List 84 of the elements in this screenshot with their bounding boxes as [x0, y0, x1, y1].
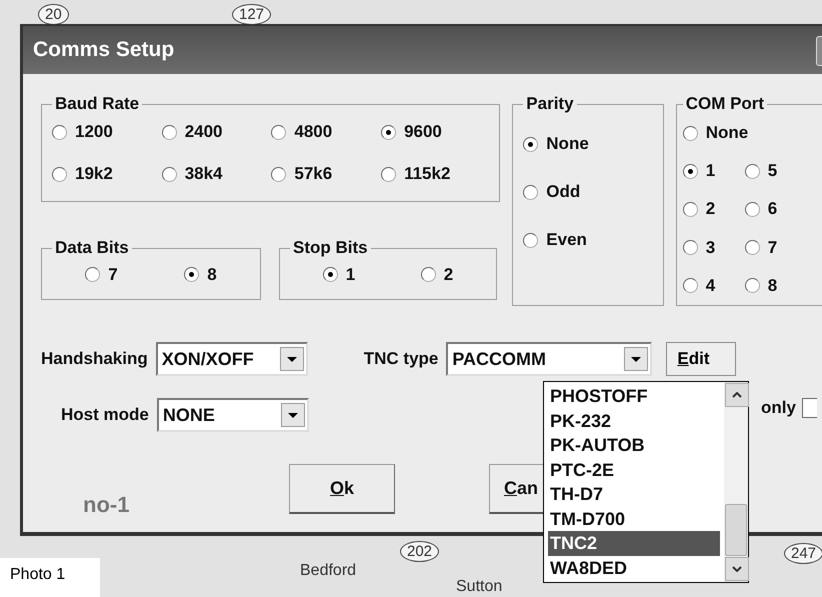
radio-label: 38k4 — [184, 164, 223, 184]
radio-button[interactable] — [523, 136, 538, 152]
radio-button[interactable] — [523, 232, 538, 248]
list-item[interactable]: PK-232 — [548, 408, 720, 433]
status-text: no-1 — [83, 492, 130, 518]
radio-label: 1 — [346, 264, 356, 284]
radio-label: 115k2 — [404, 164, 450, 184]
radio-label: None — [546, 134, 589, 154]
radio-label: 5 — [768, 161, 778, 182]
place-label: Sutton — [456, 578, 502, 596]
radio-button[interactable] — [744, 278, 760, 294]
checkbox-label: only — [761, 398, 796, 418]
radio-button[interactable] — [744, 164, 760, 179]
radio-label: 7 — [768, 238, 778, 258]
radio-label: 4 — [706, 276, 716, 296]
field-label: TNC type — [364, 349, 438, 369]
route-shield: 20 — [38, 4, 69, 25]
radio-button[interactable] — [162, 166, 177, 182]
checkbox[interactable] — [802, 398, 817, 418]
radio-label: 57k6 — [294, 164, 332, 184]
handshaking-dropdown[interactable]: XON/XOFF — [156, 342, 308, 376]
radio-label: 6 — [768, 199, 778, 220]
radio-label: 8 — [768, 276, 778, 296]
field-label: Handshaking — [41, 349, 148, 369]
caret-icon — [631, 356, 642, 362]
list-item[interactable]: WA8DED — [548, 556, 720, 580]
caret-icon — [288, 412, 298, 418]
group-label: Stop Bits — [292, 238, 369, 258]
radio-button[interactable] — [52, 124, 67, 140]
radio-button[interactable] — [52, 166, 67, 182]
radio-button[interactable] — [682, 240, 698, 256]
ok-button[interactable]: Ok — [289, 464, 395, 514]
radio-label: 1 — [706, 161, 716, 182]
chevron-up-icon — [732, 392, 742, 398]
radio-button[interactable] — [420, 267, 436, 282]
radio-button[interactable] — [381, 124, 396, 140]
radio-label: 7 — [108, 264, 118, 284]
field-label: Host mode — [61, 405, 149, 425]
route-shield: 127 — [232, 4, 272, 25]
radio-button[interactable] — [271, 166, 286, 182]
edit-button[interactable]: Edit — [666, 342, 736, 376]
route-shield: 202 — [400, 541, 440, 562]
list-item[interactable]: PK-AUTOB — [548, 433, 720, 458]
radio-label: 3 — [706, 238, 716, 258]
photo-caption: Photo 1 — [0, 558, 100, 597]
radio-button[interactable] — [322, 267, 338, 282]
radio-button[interactable] — [271, 124, 286, 140]
radio-button[interactable] — [682, 126, 698, 141]
list-item[interactable]: PHOSTOFF — [548, 384, 720, 408]
radio-button[interactable] — [682, 164, 698, 179]
radio-button[interactable] — [744, 240, 760, 256]
radio-label: 9600 — [404, 122, 442, 142]
radio-label: None — [706, 123, 748, 144]
radio-label: 2 — [706, 199, 716, 220]
group-label: COM Port — [684, 94, 766, 114]
radio-label: Even — [546, 230, 587, 250]
radio-button[interactable] — [184, 267, 200, 282]
place-label: Bedford — [300, 562, 356, 580]
scrollbar-thumb[interactable] — [725, 504, 747, 556]
tnc-type-dropdown[interactable]: PACCOMM — [446, 342, 652, 376]
radio-label: 1200 — [75, 122, 113, 142]
chevron-down-icon — [732, 566, 742, 572]
radio-button[interactable] — [744, 202, 760, 217]
scrollbar[interactable] — [724, 382, 748, 582]
radio-button[interactable] — [682, 202, 698, 217]
radio-button[interactable] — [682, 278, 698, 294]
radio-label: 2400 — [184, 122, 223, 142]
radio-button[interactable] — [85, 267, 100, 282]
radio-label: 19k2 — [75, 164, 113, 184]
radio-button[interactable] — [381, 166, 396, 182]
radio-button[interactable] — [162, 124, 177, 140]
window-title: Comms Setup — [33, 38, 174, 62]
host-mode-dropdown[interactable]: NONE — [156, 398, 309, 432]
route-shield: 247 — [784, 543, 822, 564]
radio-label: 8 — [207, 264, 217, 284]
group-label: Data Bits — [54, 238, 130, 258]
group-label: Baud Rate — [54, 94, 140, 114]
radio-label: 4800 — [294, 122, 332, 142]
radio-label: 2 — [444, 264, 454, 284]
list-item[interactable]: TNC2 — [548, 531, 720, 556]
group-label: Parity — [525, 94, 575, 114]
caret-icon — [286, 356, 297, 362]
radio-label: Odd — [546, 182, 580, 202]
radio-button[interactable] — [523, 184, 538, 200]
